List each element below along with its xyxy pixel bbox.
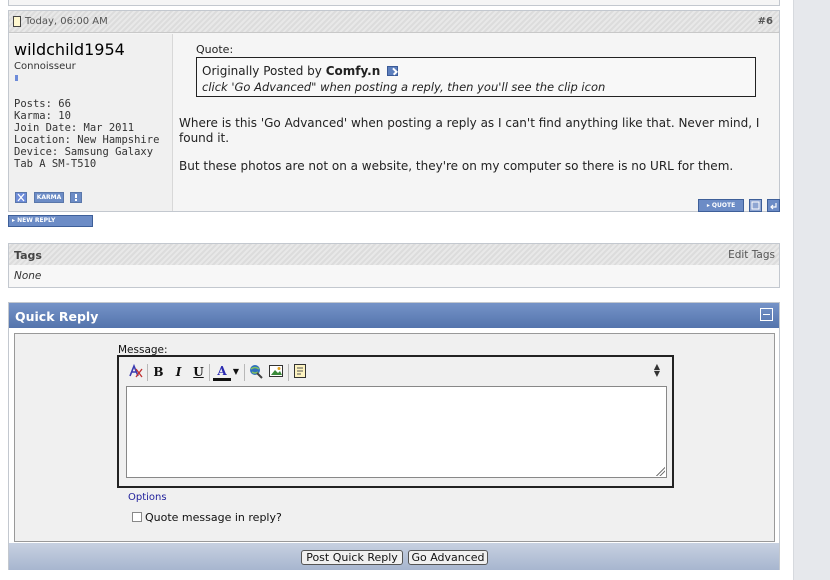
- quote-button[interactable]: ▸ QUOTE: [698, 199, 744, 212]
- message-textarea[interactable]: [126, 386, 667, 478]
- collapse-icon[interactable]: [760, 308, 773, 321]
- originally-posted-by: Originally Posted by: [202, 64, 322, 78]
- options-link[interactable]: Options: [128, 492, 167, 503]
- user-join-date: Join Date: Mar 2011: [14, 122, 135, 134]
- italic-button[interactable]: I: [171, 363, 186, 381]
- user-title: Connoisseur: [14, 61, 76, 72]
- quick-reply-header: Quick Reply: [9, 303, 779, 328]
- quote-text: click 'Go Advanced" when posting a reply…: [202, 80, 606, 94]
- toolbar-separator: [147, 364, 148, 381]
- tags-title: Tags: [14, 249, 42, 262]
- resize-grip-icon[interactable]: [655, 466, 665, 476]
- user-stats: Posts: 66 Karma: 10 Join Date: Mar 2011 …: [14, 98, 159, 170]
- quote-message-label: Quote message in reply?: [145, 511, 282, 524]
- insert-link-icon[interactable]: [248, 363, 264, 381]
- user-device: Device: Samsung Galaxy: [14, 146, 154, 158]
- quote-author: Comfy.n: [325, 64, 381, 78]
- remove-format-icon[interactable]: [127, 363, 143, 381]
- post-card: Today, 06:00 AM #6 wildchild1954 Connois…: [8, 10, 780, 212]
- message-paragraph: Where is this 'Go Advanced' when posting…: [179, 116, 760, 145]
- quote-message-checkbox[interactable]: [132, 512, 142, 522]
- quick-reply-title: Quick Reply: [15, 309, 99, 324]
- post-number-link[interactable]: #6: [758, 16, 773, 27]
- go-advanced-button[interactable]: Go Advanced: [408, 550, 488, 565]
- toolbar-separator: [288, 364, 289, 381]
- tags-panel: Tags Edit Tags None: [8, 243, 780, 288]
- quick-reply-panel: Quick Reply Message: B I U A ▼ ▲ ▼ Optio…: [8, 302, 780, 570]
- resize-toggle-icon[interactable]: ▲ ▼: [654, 363, 660, 378]
- page-scrollbar[interactable]: [793, 0, 830, 580]
- post-quick-reply-button[interactable]: Post Quick Reply: [301, 550, 403, 565]
- chevron-down-icon[interactable]: ▼: [232, 363, 240, 381]
- username-link[interactable]: wildchild1954: [14, 40, 125, 59]
- post-body: Quote: Originally Posted by Comfy.n clic…: [179, 34, 780, 212]
- previous-post-edge: [8, 0, 780, 6]
- quick-reply-body: Message: B I U A ▼ ▲ ▼ Options Quote mes…: [14, 333, 775, 542]
- close-icon[interactable]: [15, 192, 27, 203]
- wrap-quote-icon[interactable]: [292, 363, 308, 381]
- message-paragraph: But these photos are not on a website, t…: [179, 159, 734, 173]
- quote-message-option[interactable]: Quote message in reply?: [132, 511, 282, 524]
- quick-reply-icon[interactable]: [767, 199, 780, 212]
- message-editor: B I U A ▼ ▲ ▼: [117, 355, 674, 488]
- user-info-panel: wildchild1954 Connoisseur Posts: 66 Karm…: [9, 34, 173, 211]
- user-device-model: Tab A SM-T510: [14, 158, 97, 170]
- bold-button[interactable]: B: [151, 363, 166, 381]
- tags-value: None: [14, 270, 42, 282]
- user-location: Location: New Hampshire: [14, 134, 160, 146]
- tags-header: Tags Edit Tags: [9, 244, 779, 265]
- view-post-icon[interactable]: [387, 66, 399, 76]
- font-color-button[interactable]: A: [213, 363, 231, 381]
- user-posts: Posts: 66: [14, 98, 71, 110]
- user-karma: Karma: 10: [14, 110, 71, 122]
- quote-label: Quote:: [196, 43, 234, 56]
- insert-image-icon[interactable]: [268, 363, 284, 381]
- document-icon: [13, 16, 21, 27]
- quote-box: Originally Posted by Comfy.n click 'Go A…: [196, 57, 756, 97]
- multi-quote-icon[interactable]: [749, 199, 762, 212]
- editor-toolbar: B I U A ▼ ▲ ▼: [119, 357, 672, 387]
- edit-tags-link[interactable]: Edit Tags: [728, 249, 775, 261]
- toolbar-separator: [209, 364, 210, 381]
- post-message: Where is this 'Go Advanced' when posting…: [179, 116, 777, 187]
- new-reply-button[interactable]: ▸ NEW REPLY: [8, 215, 93, 227]
- post-date: Today, 06:00 AM: [25, 16, 108, 27]
- reputation-bar: [15, 75, 18, 81]
- karma-button[interactable]: KARMA: [34, 192, 64, 203]
- quick-reply-footer: Post Quick Reply Go Advanced: [9, 543, 779, 570]
- post-header: Today, 06:00 AM #6: [9, 11, 779, 33]
- toolbar-separator: [244, 364, 245, 381]
- underline-button[interactable]: U: [191, 363, 206, 381]
- report-icon[interactable]: [70, 192, 82, 203]
